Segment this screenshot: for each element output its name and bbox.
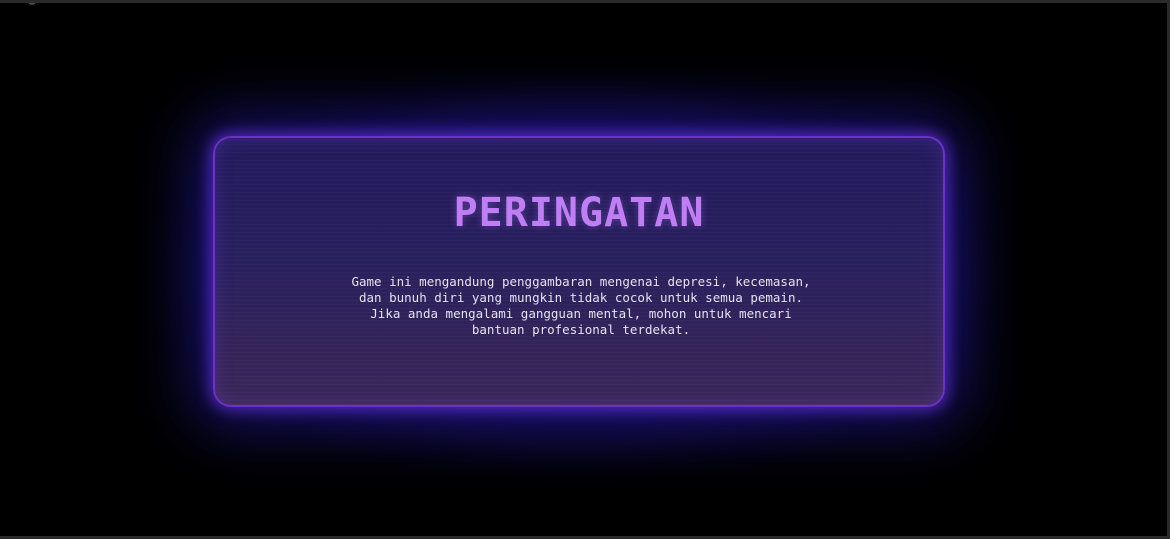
warning-panel: PERINGATAN Game ini mengandung penggamba… — [213, 136, 945, 407]
window-corner-marker — [28, 3, 36, 5]
game-screen: PERINGATAN Game ini mengandung penggamba… — [0, 0, 1170, 539]
warning-title: PERINGATAN — [453, 190, 705, 236]
warning-message: Game ini mengandung penggambaran mengena… — [351, 274, 811, 337]
